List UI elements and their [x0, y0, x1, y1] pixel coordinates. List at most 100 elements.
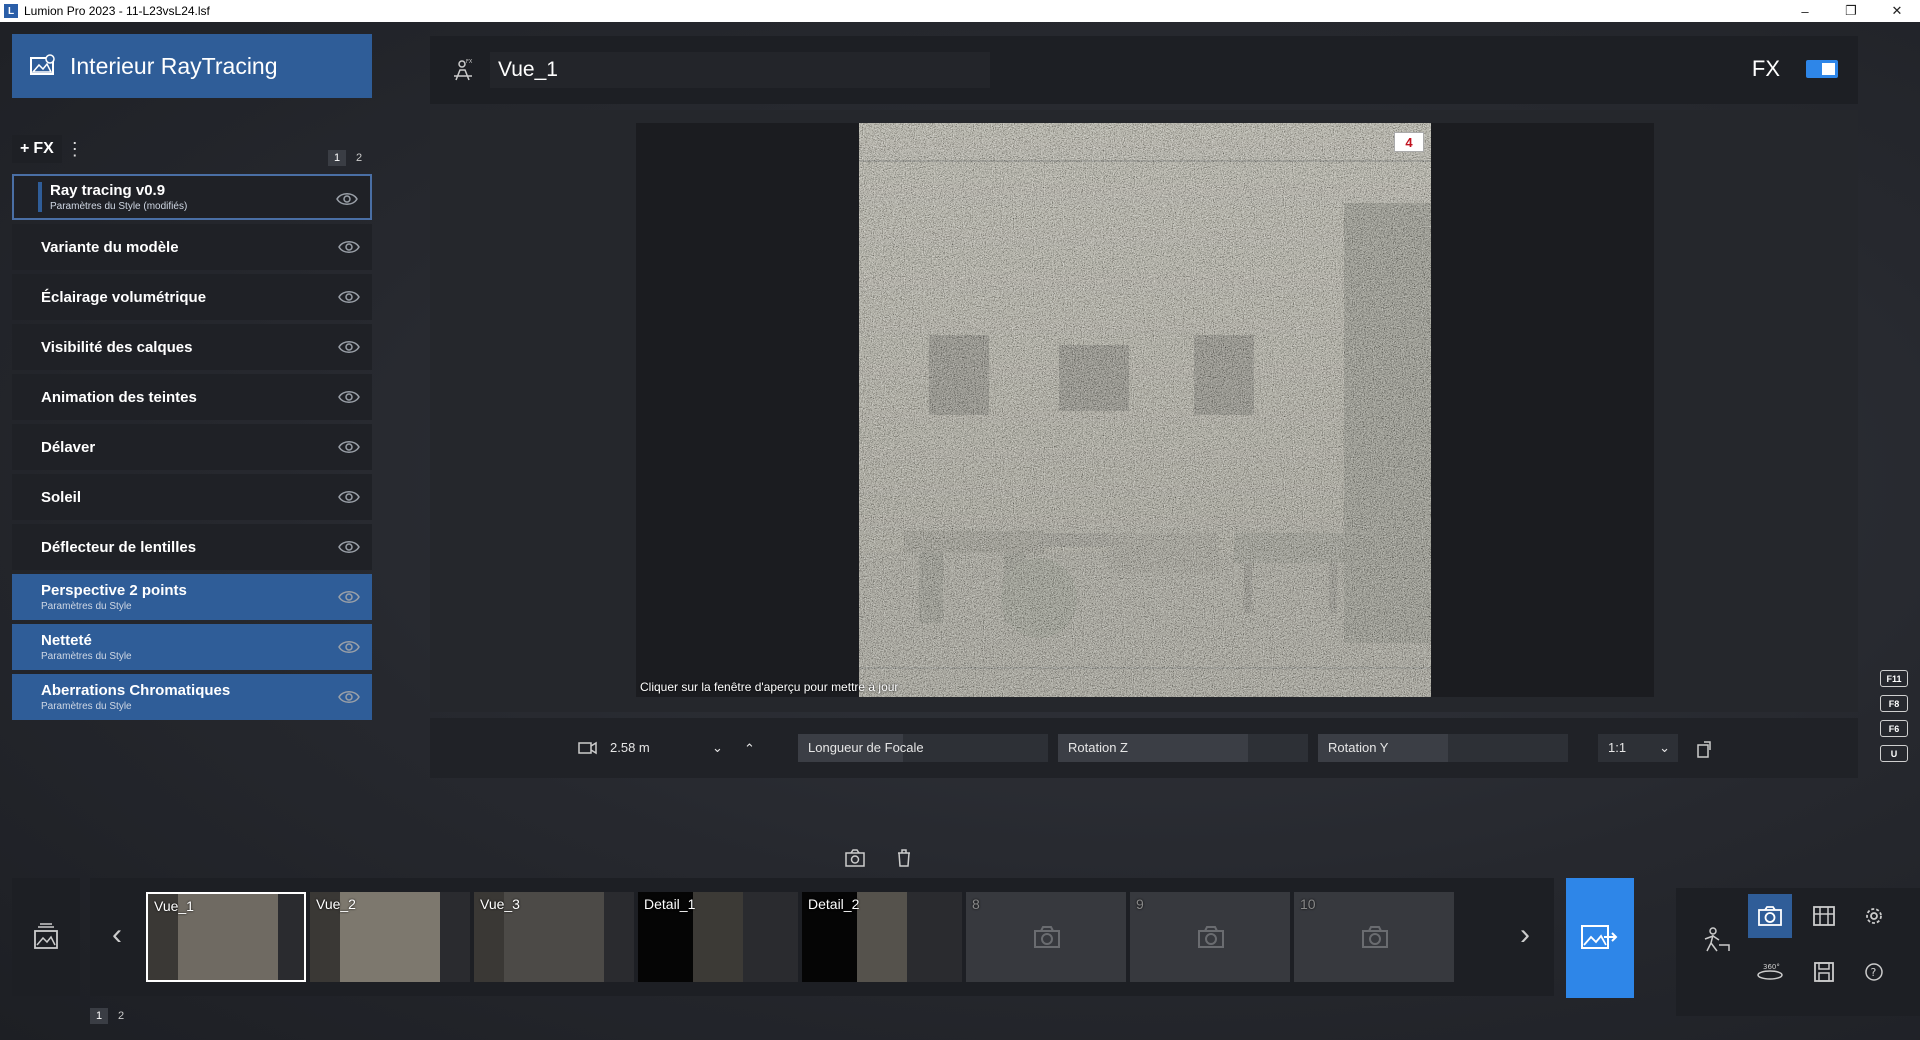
help-button[interactable]: ? [1852, 950, 1896, 994]
eye-icon[interactable] [336, 189, 358, 209]
effect-item[interactable]: Aberrations Chromatiques Paramètres du St… [12, 674, 372, 720]
movie-mode-button[interactable] [1802, 894, 1846, 938]
panorama-mode-button[interactable]: 360° [1748, 950, 1792, 994]
empty-thumbnail-slot[interactable]: 8 [966, 892, 1126, 982]
thumbnail-tools [830, 838, 928, 878]
photo-sets-button[interactable] [12, 878, 80, 996]
thumbnail-label: Vue_2 [316, 896, 356, 912]
fx-toggle[interactable] [1806, 60, 1838, 78]
chevron-left-icon[interactable]: ‹ [112, 918, 122, 952]
chevron-right-icon[interactable]: › [1520, 918, 1530, 952]
view-thumbnail[interactable]: Detail_1 [638, 892, 798, 982]
walk-mode-button[interactable] [1694, 918, 1738, 962]
plus-icon: + [20, 140, 30, 157]
save-button[interactable] [1802, 950, 1846, 994]
thumbnail-label: Detail_1 [644, 896, 696, 912]
eye-icon[interactable] [338, 287, 360, 307]
view-thumbnail[interactable]: Vue_2 [310, 892, 470, 982]
eye-icon[interactable] [338, 337, 360, 357]
thumbnail-label: 9 [1136, 896, 1144, 912]
delete-icon[interactable] [894, 848, 914, 868]
effect-item[interactable]: Éclairage volumétrique [12, 274, 372, 320]
viewport-header: FX Vue_1 FX [430, 36, 1858, 104]
thumbnail-strip: ‹ › Vue_1 Vue_2 Vue_3 Detail_1 Detail_2 8 9 10 [90, 878, 1554, 996]
eye-icon[interactable] [338, 487, 360, 507]
fx-page-1[interactable]: 1 [328, 150, 346, 166]
eye-icon[interactable] [338, 237, 360, 257]
restore-button[interactable]: ❐ [1828, 0, 1874, 22]
render-button[interactable] [1566, 878, 1634, 998]
photo-mode-button[interactable] [1748, 894, 1792, 938]
camera-height-icon [578, 741, 597, 755]
fx-page-2[interactable]: 2 [350, 150, 368, 166]
add-fx-button[interactable]: + FX [12, 135, 62, 163]
photo-stack-icon [34, 923, 58, 949]
scene-title-bar[interactable]: Interieur RayTracing [12, 34, 372, 98]
effect-name: Soleil [41, 488, 82, 506]
effect-item[interactable]: Perspective 2 points Paramètres du Style [12, 574, 372, 620]
eye-icon[interactable] [338, 687, 360, 707]
effect-item[interactable]: Animation des teintes [12, 374, 372, 420]
rotation-z-label: Rotation Z [1068, 740, 1128, 755]
aspect-ratio-select[interactable]: 1:1 ⌄ [1598, 734, 1678, 762]
effect-name: Animation des teintes [41, 388, 197, 406]
export-orientation-icon[interactable] [1696, 738, 1714, 758]
focal-length-slider[interactable]: Longueur de Focale [798, 734, 1048, 762]
empty-thumbnail-slot[interactable]: 9 [1130, 892, 1290, 982]
rotation-z-slider[interactable]: Rotation Z [1058, 734, 1308, 762]
eye-icon[interactable] [338, 437, 360, 457]
settings-button[interactable] [1852, 894, 1896, 938]
effect-item[interactable]: Visibilité des calques [12, 324, 372, 370]
window-title: Lumion Pro 2023 - 11-L23vsL24.lsf [24, 4, 210, 18]
view-name-field[interactable]: Vue_1 [490, 52, 990, 88]
rotation-y-label: Rotation Y [1328, 740, 1389, 755]
thumb-page-2[interactable]: 2 [112, 1008, 130, 1024]
camera-icon [1032, 925, 1062, 954]
effect-name: Variante du modèle [41, 238, 179, 256]
thumb-page-1[interactable]: 1 [90, 1008, 108, 1024]
effect-item[interactable]: Netteté Paramètres du Style [12, 624, 372, 670]
effect-subtitle: Paramètres du Style (modifiés) [50, 201, 188, 212]
view-thumbnail[interactable]: Detail_2 [802, 892, 962, 982]
effect-name: Perspective 2 points [41, 582, 187, 599]
thumbnail-image [693, 892, 743, 982]
camera-capture-icon[interactable] [844, 848, 866, 868]
effect-item[interactable]: Déflecteur de lentilles [12, 524, 372, 570]
u-key[interactable]: U [1880, 745, 1908, 762]
view-thumbnail[interactable]: Vue_1 [146, 892, 306, 982]
effect-item[interactable]: Soleil [12, 474, 372, 520]
svg-text:360°: 360° [1763, 963, 1780, 971]
eye-icon[interactable] [338, 387, 360, 407]
eye-icon[interactable] [338, 587, 360, 607]
empty-thumbnail-slot[interactable]: 10 [1294, 892, 1454, 982]
floppy-disk-icon [1814, 962, 1834, 982]
frame-count-badge: 4 [1394, 132, 1424, 152]
camera-height-value[interactable]: 2.58 m [610, 734, 690, 762]
render-preview-image[interactable] [859, 123, 1431, 697]
f11-key[interactable]: F11 [1880, 670, 1908, 687]
eye-icon[interactable] [338, 637, 360, 657]
effect-item[interactable]: Délaver [12, 424, 372, 470]
svg-text:?: ? [1871, 966, 1877, 979]
thumbnail-label: Vue_3 [480, 896, 520, 912]
eye-icon[interactable] [338, 537, 360, 557]
effect-item[interactable]: Ray tracing v0.9 Paramètres du Style (mod… [12, 174, 372, 220]
svg-text:FX: FX [466, 59, 473, 65]
chevron-down-icon[interactable]: ⌄ [712, 734, 723, 762]
effect-name: Netteté [41, 632, 92, 649]
close-button[interactable]: ✕ [1874, 0, 1920, 22]
effect-name: Ray tracing v0.9 [50, 182, 166, 199]
view-thumbnail[interactable]: Vue_3 [474, 892, 634, 982]
fx-toggle-label: FX [1751, 56, 1780, 81]
minimize-button[interactable]: – [1782, 0, 1828, 22]
film-strip-icon [1813, 906, 1835, 926]
effect-subtitle: Paramètres du Style [41, 701, 132, 712]
camera-fx-icon[interactable]: FX [452, 58, 474, 82]
f8-key[interactable]: F8 [1880, 695, 1908, 712]
chevron-up-icon[interactable]: ⌃ [744, 734, 755, 762]
effect-item[interactable]: Variante du modèle [12, 224, 372, 270]
more-options-icon[interactable]: ⋮ [66, 139, 84, 160]
camera-icon [1758, 906, 1782, 926]
rotation-y-slider[interactable]: Rotation Y [1318, 734, 1568, 762]
f6-key[interactable]: F6 [1880, 720, 1908, 737]
